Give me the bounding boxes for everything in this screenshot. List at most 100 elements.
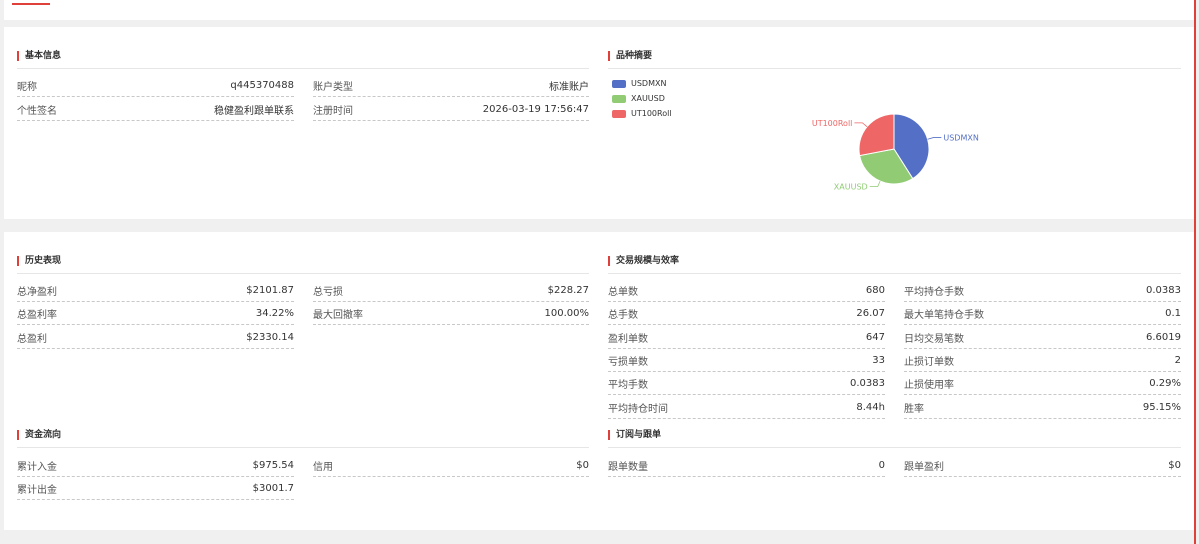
daily-trades-value: 6.6019: [1146, 331, 1181, 343]
total-lots-label: 总手数: [608, 309, 638, 321]
avg-hold-time-label: 平均持仓时间: [608, 403, 668, 415]
total-lots-value: 26.07: [856, 307, 885, 319]
net-profit-value: $2101.87: [246, 284, 294, 296]
pie-label-xauusd: XAUUSD: [834, 183, 868, 192]
top-tab-strip: [4, 0, 1194, 20]
stop-loss-rate-label: 止损使用率: [904, 379, 954, 391]
max-drawdown-label: 最大回撤率: [313, 309, 363, 321]
row-signature: 个性签名 稳健盈利跟单联系: [17, 98, 294, 121]
section-title-history: 历史表现: [17, 254, 61, 268]
row-copy-profit: 跟单盈利 $0: [904, 454, 1181, 477]
row-avg-hold-time: 平均持仓时间 8.44h: [608, 396, 885, 419]
nickname-label: 昵称: [17, 81, 37, 93]
section-title-subscribe: 订阅与跟单: [608, 428, 661, 442]
pie-label-usdmxn: USDMXN: [943, 134, 978, 143]
credit-label: 信用: [313, 461, 333, 473]
gross-profit-label: 总盈利: [17, 333, 47, 345]
section-title-funds: 资金流向: [17, 428, 61, 442]
row-net-profit: 总净盈利 $2101.87: [17, 279, 294, 302]
row-copy-count: 跟单数量 0: [608, 454, 885, 477]
row-total-lots: 总手数 26.07: [608, 302, 885, 325]
max-drawdown-value: 100.00%: [544, 307, 590, 319]
section-divider: [17, 273, 589, 274]
legend-item-ut100roll[interactable]: UT100Roll: [612, 106, 672, 121]
row-max-single-lots: 最大单笔持仓手数 0.1: [904, 302, 1181, 325]
stop-loss-orders-label: 止损订单数: [904, 356, 954, 368]
active-tab-indicator: [12, 3, 50, 5]
withdraw-label: 累计出金: [17, 484, 57, 496]
gross-profit-value: $2330.14: [246, 331, 294, 343]
stop-loss-orders-value: 2: [1174, 354, 1181, 366]
copy-count-value: 0: [878, 459, 885, 471]
legend-swatch: [612, 109, 626, 118]
copy-count-label: 跟单数量: [608, 461, 648, 473]
avg-lots-label: 平均手数: [608, 379, 648, 391]
chart-legend: USDMXN XAUUSD UT100Roll: [612, 76, 672, 121]
deposit-label: 累计入金: [17, 461, 57, 473]
panel-overview: [4, 27, 1194, 219]
win-rate-label: 胜率: [904, 403, 924, 415]
row-account-type: 账户类型 标准账户: [313, 74, 589, 97]
win-rate-value: 95.15%: [1142, 401, 1181, 413]
total-orders-label: 总单数: [608, 286, 638, 298]
pie-label-line: [927, 137, 942, 140]
total-loss-value: $228.27: [547, 284, 589, 296]
row-withdraw: 累计出金 $3001.7: [17, 477, 294, 500]
legend-item-xauusd[interactable]: XAUUSD: [612, 91, 672, 106]
section-divider: [608, 273, 1181, 274]
legend-item-usdmxn[interactable]: USDMXN: [612, 76, 672, 91]
profit-rate-value: 34.22%: [255, 307, 294, 319]
profit-rate-label: 总盈利率: [17, 309, 57, 321]
row-profit-rate: 总盈利率 34.22%: [17, 302, 294, 325]
section-divider: [17, 447, 589, 448]
section-divider: [17, 68, 589, 69]
register-time-value: 2026-03-19 17:56:47: [482, 103, 589, 115]
nickname-value: q445370488: [230, 79, 294, 91]
loss-orders-value: 33: [872, 354, 885, 366]
copy-profit-label: 跟单盈利: [904, 461, 944, 473]
row-stop-loss-rate: 止损使用率 0.29%: [904, 372, 1181, 395]
pie-label-ut100roll: UT100Roll: [812, 119, 853, 128]
avg-lots-value: 0.0383: [850, 377, 885, 389]
pie-chart: USDMXN XAUUSD UT100Roll: [812, 113, 979, 192]
net-profit-label: 总净盈利: [17, 286, 57, 298]
row-credit: 信用 $0: [313, 454, 589, 477]
row-max-drawdown: 最大回撤率 100.00%: [313, 302, 589, 325]
section-title-trading: 交易规模与效率: [608, 254, 679, 268]
total-orders-value: 680: [865, 284, 885, 296]
avg-hold-time-value: 8.44h: [856, 401, 885, 413]
copy-profit-value: $0: [1168, 459, 1181, 471]
withdraw-value: $3001.7: [252, 482, 294, 494]
signature-value: 稳健盈利跟单联系: [214, 105, 294, 117]
section-divider: [608, 447, 1181, 448]
right-edge-accent: [1194, 0, 1196, 544]
row-total-orders: 总单数 680: [608, 279, 885, 302]
row-nickname: 昵称 q445370488: [17, 74, 294, 97]
account-type-label: 账户类型: [313, 81, 353, 93]
legend-label: UT100Roll: [631, 109, 672, 118]
daily-trades-label: 日均交易笔数: [904, 333, 964, 345]
legend-swatch: [612, 94, 626, 103]
signature-label: 个性签名: [17, 105, 57, 117]
row-avg-hold-lots: 平均持仓手数 0.0383: [904, 279, 1181, 302]
section-title-basic-info: 基本信息: [17, 49, 61, 63]
account-type-value: 标准账户: [549, 81, 589, 93]
row-register-time: 注册时间 2026-03-19 17:56:47: [313, 98, 589, 121]
pie-label-line: [869, 180, 881, 188]
legend-label: XAUUSD: [631, 94, 665, 103]
legend-swatch: [612, 79, 626, 88]
row-win-rate: 胜率 95.15%: [904, 396, 1181, 419]
profit-orders-value: 647: [865, 331, 885, 343]
profit-orders-label: 盈利单数: [608, 333, 648, 345]
register-time-label: 注册时间: [313, 105, 353, 117]
row-daily-trades: 日均交易笔数 6.6019: [904, 326, 1181, 349]
row-stop-loss-orders: 止损订单数 2: [904, 349, 1181, 372]
pie-slice-ut100roll[interactable]: [858, 113, 895, 157]
row-avg-lots: 平均手数 0.0383: [608, 372, 885, 395]
avg-hold-lots-value: 0.0383: [1146, 284, 1181, 296]
pie-label-line: [854, 122, 868, 127]
stop-loss-rate-value: 0.29%: [1149, 377, 1181, 389]
row-loss-orders: 亏损单数 33: [608, 349, 885, 372]
section-title-symbol-summary: 品种摘要: [608, 49, 652, 63]
legend-label: USDMXN: [631, 79, 667, 88]
